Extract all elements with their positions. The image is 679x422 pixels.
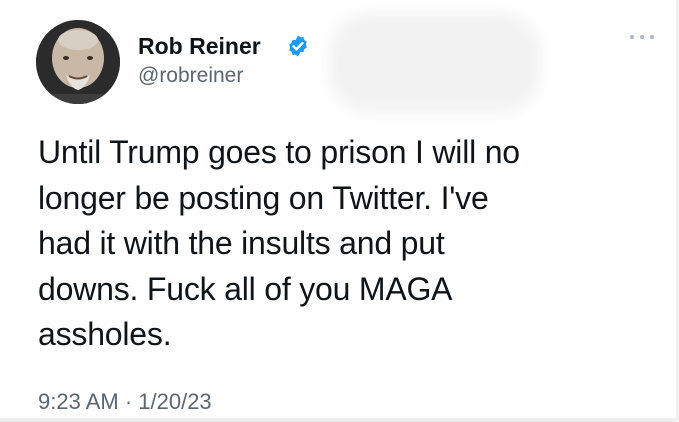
more-options-icon[interactable] (630, 32, 654, 42)
verified-badge-icon (289, 35, 307, 57)
tweet-text-line: longer be posting on Twitter. I've (38, 179, 489, 216)
tweet-timestamp[interactable]: 9:23 AM · 1/20/23 (38, 389, 212, 415)
author-handle[interactable]: @robreiner (138, 64, 243, 88)
tweet-text-line: had it with the insults and put (38, 225, 445, 261)
tweet-text-line: Until Trump goes to prison I will no (38, 134, 520, 170)
divider (0, 418, 679, 422)
tweet-text: Until Trump goes to prison I will no lon… (38, 130, 658, 358)
author-display-name[interactable]: Rob Reiner (138, 33, 261, 60)
avatar[interactable] (36, 20, 120, 104)
tweet-card: Rob Reiner @robreiner Until Trump goes t… (0, 0, 679, 422)
redacted-area (330, 14, 540, 112)
tweet-text-line: assholes. (38, 316, 172, 352)
person-photo-icon (36, 20, 120, 104)
tweet-text-line: downs. Fuck all of you MAGA (38, 270, 453, 307)
